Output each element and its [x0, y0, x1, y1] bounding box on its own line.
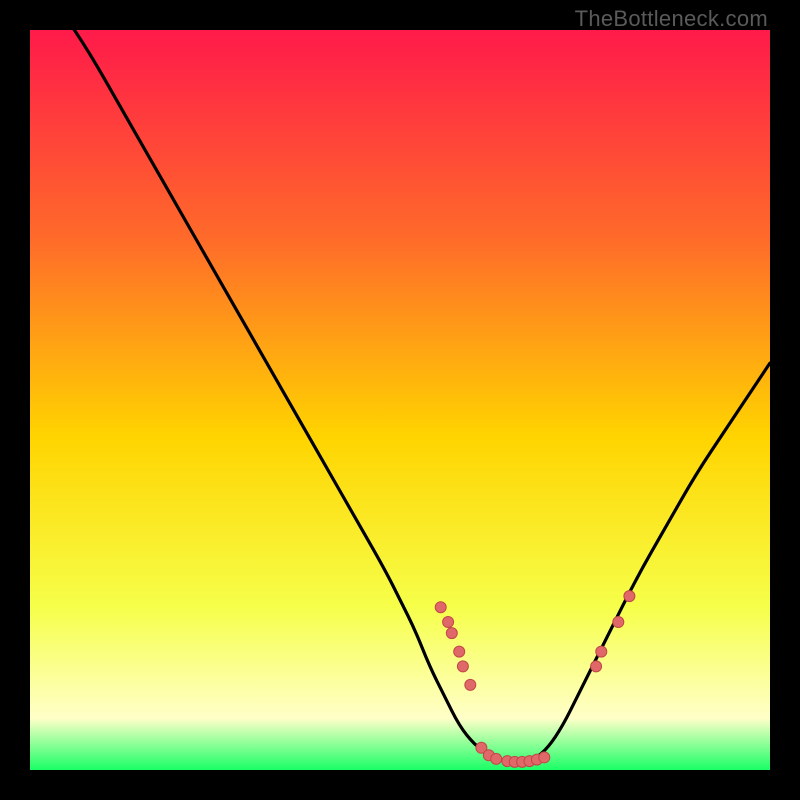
bottleneck-chart: [30, 30, 770, 770]
data-point: [591, 661, 602, 672]
data-point: [443, 617, 454, 628]
data-point: [457, 661, 468, 672]
data-point: [613, 617, 624, 628]
plot-area: [30, 30, 770, 770]
chart-frame: TheBottleneck.com: [0, 0, 800, 800]
data-point: [539, 752, 550, 763]
data-point: [624, 591, 635, 602]
data-point: [435, 602, 446, 613]
watermark-text: TheBottleneck.com: [575, 6, 768, 32]
data-point: [446, 628, 457, 639]
data-point: [465, 679, 476, 690]
data-point: [454, 646, 465, 657]
data-point: [491, 753, 502, 764]
data-point: [596, 646, 607, 657]
